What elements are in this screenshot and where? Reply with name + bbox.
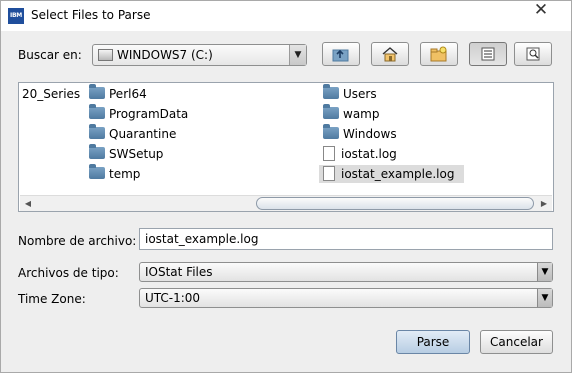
folder-icon	[323, 104, 339, 119]
file-list[interactable]: 20_Series Perl64 ProgramData Quarantine …	[18, 82, 554, 212]
new-folder-icon	[430, 46, 447, 62]
list-view-icon	[481, 47, 495, 61]
lookin-combo[interactable]: WINDOWS7 (C:) ▼	[92, 44, 307, 66]
file-icon	[323, 146, 335, 161]
lookin-value: WINDOWS7 (C:)	[117, 48, 213, 62]
close-icon[interactable]: ✕	[518, 1, 564, 21]
timezone-select[interactable]: UTC-1:00 ▼	[139, 288, 553, 308]
list-item[interactable]: Perl64	[89, 84, 147, 103]
chevron-down-icon[interactable]: ▼	[537, 263, 552, 281]
filename-input[interactable]: iostat_example.log	[139, 228, 553, 250]
filetype-select[interactable]: IOStat Files ▼	[139, 262, 553, 282]
folder-icon	[89, 164, 105, 179]
file-chooser-dialog: IBM Select Files to Parse ✕ Buscar en: W…	[0, 0, 572, 373]
list-item[interactable]: wamp	[323, 104, 380, 123]
home-button[interactable]	[371, 42, 409, 66]
folder-icon	[323, 84, 339, 99]
file-icon	[323, 166, 335, 181]
new-folder-button[interactable]	[420, 42, 458, 66]
horizontal-scrollbar[interactable]: ◀ ▶	[20, 195, 552, 211]
parse-button[interactable]: Parse	[396, 330, 470, 354]
up-folder-button[interactable]	[322, 42, 360, 66]
list-view-button[interactable]	[469, 42, 507, 66]
list-item-label: iostat.log	[341, 147, 397, 161]
details-view-button[interactable]	[514, 42, 552, 66]
list-item[interactable]: Windows	[323, 124, 397, 143]
list-item[interactable]: ProgramData	[89, 104, 189, 123]
list-item[interactable]: Users	[323, 84, 377, 103]
list-item[interactable]: Quarantine	[89, 124, 177, 143]
window-title: Select Files to Parse	[31, 8, 151, 22]
timezone-value: UTC-1:00	[145, 291, 201, 305]
list-item-label: Users	[343, 87, 377, 101]
list-item-label: wamp	[343, 107, 380, 121]
dialog-body: Buscar en: WINDOWS7 (C:) ▼ 20_Series Per…	[1, 31, 571, 372]
cancel-button[interactable]: Cancelar	[480, 330, 553, 354]
list-item[interactable]: temp	[89, 164, 141, 183]
list-item-label: Perl64	[109, 87, 147, 101]
list-item[interactable]: 20_Series	[22, 85, 80, 103]
filetype-label: Archivos de tipo:	[18, 266, 119, 280]
scroll-left-icon[interactable]: ◀	[21, 197, 35, 211]
scroll-right-icon[interactable]: ▶	[537, 197, 551, 211]
folder-icon	[89, 104, 105, 119]
list-item-label: Windows	[343, 127, 397, 141]
timezone-label: Time Zone:	[18, 292, 86, 306]
list-item-label: SWSetup	[109, 147, 164, 161]
filetype-value: IOStat Files	[145, 265, 213, 279]
folder-icon	[89, 144, 105, 159]
chevron-down-icon[interactable]: ▼	[289, 45, 306, 65]
chevron-down-icon[interactable]: ▼	[537, 289, 552, 307]
list-item-label: ProgramData	[109, 107, 189, 121]
list-item[interactable]: iostat.log	[323, 145, 397, 163]
folder-icon	[89, 124, 105, 139]
folder-icon	[89, 84, 105, 99]
list-item-selected[interactable]: iostat_example.log	[319, 165, 465, 183]
list-item-label: 20_Series	[22, 87, 81, 101]
list-item-label: Quarantine	[109, 127, 177, 141]
scrollbar-thumb[interactable]	[256, 197, 534, 210]
filename-label: Nombre de archivo:	[18, 234, 137, 248]
list-item-label: iostat_example.log	[341, 167, 455, 181]
details-view-icon	[526, 47, 540, 61]
ibm-app-icon: IBM	[8, 8, 24, 24]
title-bar: IBM Select Files to Parse ✕	[1, 1, 571, 31]
up-folder-icon	[332, 49, 349, 62]
home-icon	[382, 47, 398, 62]
drive-icon	[98, 49, 113, 61]
list-item-label: temp	[109, 167, 141, 181]
folder-icon	[323, 124, 339, 139]
lookin-label: Buscar en:	[18, 48, 82, 62]
list-item[interactable]: SWSetup	[89, 144, 164, 163]
